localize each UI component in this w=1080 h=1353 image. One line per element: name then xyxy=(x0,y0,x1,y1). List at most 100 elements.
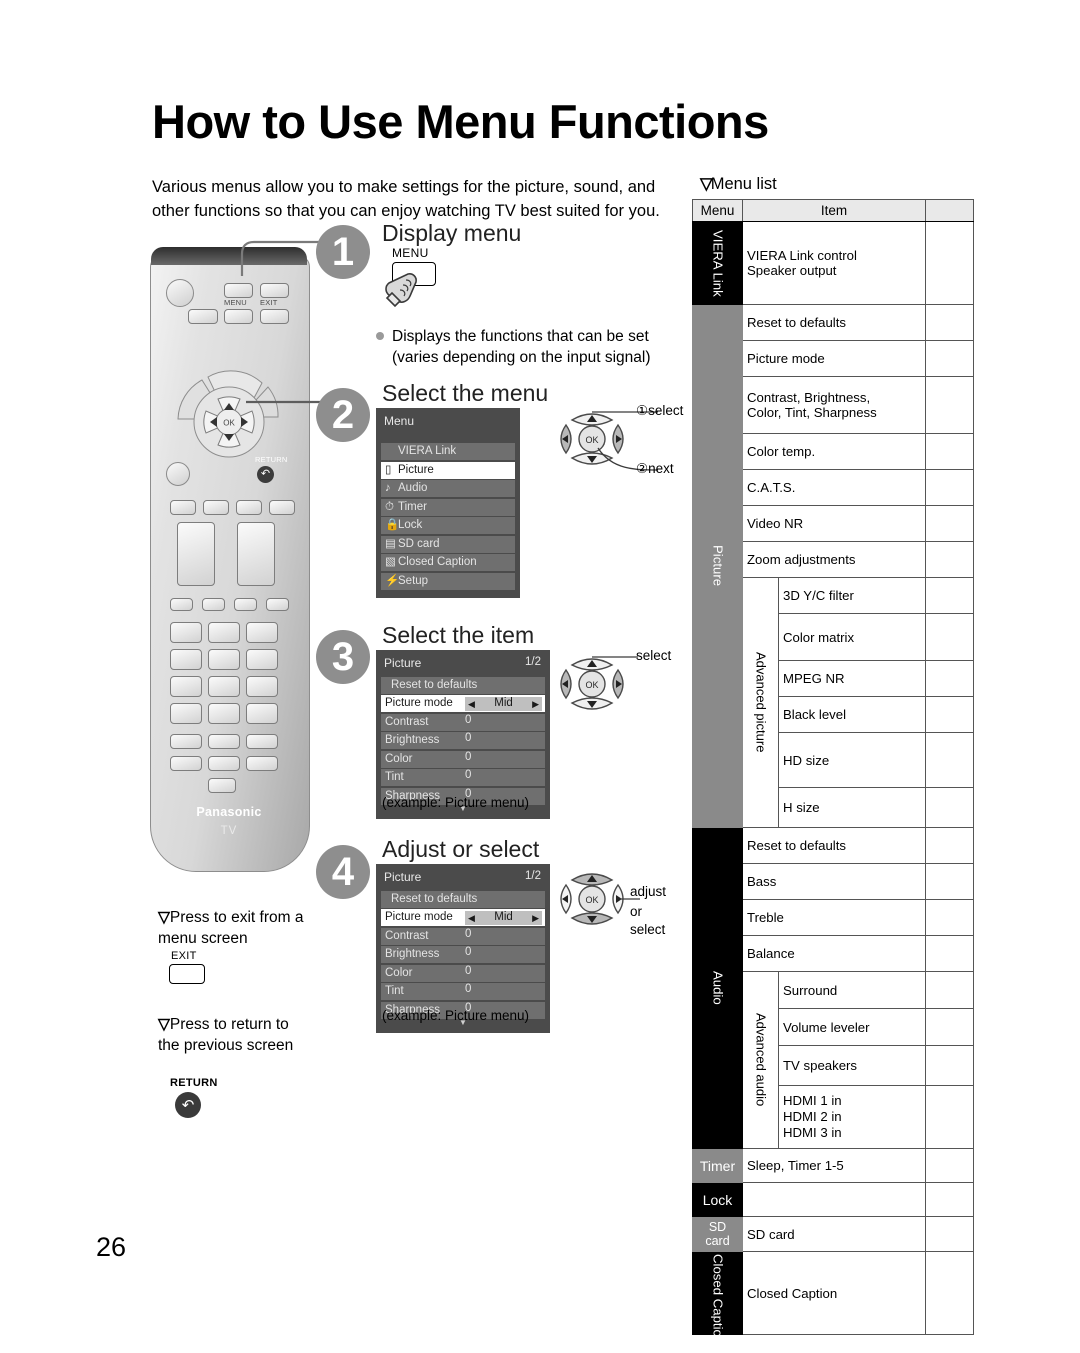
blank-cell xyxy=(925,1182,974,1217)
item-treble: Treble xyxy=(742,899,926,936)
osd-item-label: Audio xyxy=(398,482,428,494)
audio-note-icon: ♪ xyxy=(385,482,391,494)
osd-picture-row-tint[interactable]: Tint 0 xyxy=(381,769,545,786)
blank-cell xyxy=(925,613,974,661)
brand-label: Panasonic xyxy=(196,805,262,819)
osd-item-closed-caption[interactable]: ▧ Closed Caption xyxy=(381,554,515,571)
osd-item-label: Timer xyxy=(398,500,427,513)
blank-cell xyxy=(925,1045,974,1086)
subgroup-label-advanced-audio: Advanced audio xyxy=(742,971,779,1149)
group-label-viera-link: VIERA Link xyxy=(692,221,743,305)
return-note: ▽Press to return to the previous screen xyxy=(158,1015,308,1057)
osd-item-sd-card[interactable]: ▤ SD card xyxy=(381,535,515,553)
osd-row-value: 0 xyxy=(465,964,472,977)
osd-picture-row-brightness[interactable]: Brightness 0 xyxy=(381,946,545,963)
right-arrow-icon[interactable]: ▶ xyxy=(532,698,539,711)
osd-item-label: Lock xyxy=(398,519,423,531)
osd-picture-row-contrast[interactable]: Contrast 0 xyxy=(381,927,545,945)
numpad-5 xyxy=(208,649,240,670)
item-viera-link-control: VIERA Link control Speaker output xyxy=(742,221,926,305)
osd-value-box[interactable]: ◀ Mid ▶ xyxy=(465,910,542,925)
numpad-8 xyxy=(208,676,240,697)
step-1-heading: Display menu xyxy=(382,220,522,246)
volume-rocker xyxy=(177,522,215,586)
color-key-2 xyxy=(202,598,225,611)
remote-row-key-2 xyxy=(203,500,229,515)
osd-item-label: Setup xyxy=(398,574,429,587)
group-label-picture: Picture xyxy=(692,304,743,828)
column-header-item: Item xyxy=(742,199,926,222)
osd-row-label: Brightness xyxy=(385,948,440,960)
osd-item-setup[interactable]: ⚡Setup xyxy=(381,572,515,590)
blank-cell xyxy=(925,732,974,788)
osd-picture-title: Picture 1/2 xyxy=(381,868,545,889)
closed-caption-icon: ▧ xyxy=(385,556,396,568)
table-row: Audio Reset to defaults xyxy=(692,827,974,1149)
menu-key-label: MENU xyxy=(224,298,247,307)
item-picture-contrast-group: Contrast, Brightness, Color, Tint, Sharp… xyxy=(742,376,926,434)
group-label-timer: Timer xyxy=(692,1148,743,1183)
group-label-lock: Lock xyxy=(692,1182,743,1217)
osd-row-value: 0 xyxy=(465,983,472,995)
osd-picture-title-text: Picture xyxy=(384,870,422,884)
osd-row-value: 0 xyxy=(465,927,472,940)
numpad-7 xyxy=(170,676,202,697)
osd-row-value: 0 xyxy=(465,732,472,744)
osd-picture-row-reset[interactable]: Reset to defaults xyxy=(381,890,545,908)
item-picture-mode: Picture mode xyxy=(742,340,926,377)
osd-item-lock[interactable]: 🔒Lock xyxy=(381,517,515,534)
note-mark-icon: ▽ xyxy=(158,909,170,926)
item-hd-size: HD size xyxy=(778,732,926,788)
blank-cell xyxy=(925,577,974,614)
blank-cell xyxy=(925,1148,974,1183)
item-cats: C.A.T.S. xyxy=(742,469,926,506)
osd-picture-row-color[interactable]: Color 0 xyxy=(381,964,545,982)
osd-item-timer[interactable]: ⏱ Timer xyxy=(381,498,515,516)
item-sd-card: SD card xyxy=(742,1216,926,1252)
osd-row-label: Contrast xyxy=(385,715,429,728)
step-1-note: Displays the functions that can be set (… xyxy=(376,327,682,369)
osd-row-label: Tint xyxy=(385,985,404,997)
osd-picture-row-picture-mode[interactable]: Picture mode ◀ Mid ▶ xyxy=(381,909,545,926)
item-closed-caption: Closed Caption xyxy=(742,1251,926,1335)
osd-item-picture[interactable]: ▯ Picture xyxy=(381,461,515,479)
transport-key-3 xyxy=(246,734,278,749)
osd-row-value: 0 xyxy=(465,713,472,726)
osd-picture-row-tint[interactable]: Tint 0 xyxy=(381,983,545,1000)
right-arrow-icon[interactable]: ▶ xyxy=(532,912,539,925)
step-3-number: 3 xyxy=(316,630,370,684)
column-header-menu: Menu xyxy=(692,199,743,222)
blank-cell xyxy=(925,696,974,733)
osd-page-indicator: 1/2 xyxy=(525,870,541,882)
blank-cell xyxy=(925,827,974,864)
osd-row-label: Picture mode xyxy=(385,697,453,709)
remote-circle-button xyxy=(166,462,190,486)
osd-picture-row-color[interactable]: Color 0 xyxy=(381,750,545,768)
item-tv-speakers: TV speakers xyxy=(778,1045,926,1086)
osd-picture-row-picture-mode[interactable]: Picture mode ◀ Mid ▶ xyxy=(381,695,545,712)
remote-row-key-3 xyxy=(236,500,262,515)
osd-item-label: Picture xyxy=(398,463,434,476)
osd-item-audio[interactable]: ♪ Audio xyxy=(381,480,515,497)
picture-icon: ▯ xyxy=(385,463,392,476)
menu-key-top xyxy=(224,283,253,298)
numpad-9 xyxy=(246,676,278,697)
osd-value-box[interactable]: ◀ Mid ▶ xyxy=(465,696,542,711)
blank-cell xyxy=(925,935,974,972)
osd-item-viera-link[interactable]: VIERA Link xyxy=(381,443,515,460)
osd-picture-row-contrast[interactable]: Contrast 0 xyxy=(381,713,545,731)
remote-control-illustration: MENU EXIT OK RETURN ↶ Panasonic TV xyxy=(150,247,310,872)
numpad-3 xyxy=(246,622,278,643)
color-key-4 xyxy=(266,598,289,611)
osd-picture-title-text: Picture xyxy=(384,656,422,670)
item-lock xyxy=(742,1182,926,1217)
remote-key-a xyxy=(188,309,218,324)
transport-key-7 xyxy=(208,778,236,793)
osd-picture-row-brightness[interactable]: Brightness 0 xyxy=(381,732,545,749)
item-video-nr: Video NR xyxy=(742,505,926,542)
return-key-illustration-label: RETURN xyxy=(170,1077,218,1089)
osd-picture-row-reset[interactable]: Reset to defaults xyxy=(381,676,545,694)
pad-label-next: ②next xyxy=(636,461,674,476)
osd-item-label: SD card xyxy=(398,537,440,550)
return-key-label: RETURN xyxy=(255,455,288,464)
